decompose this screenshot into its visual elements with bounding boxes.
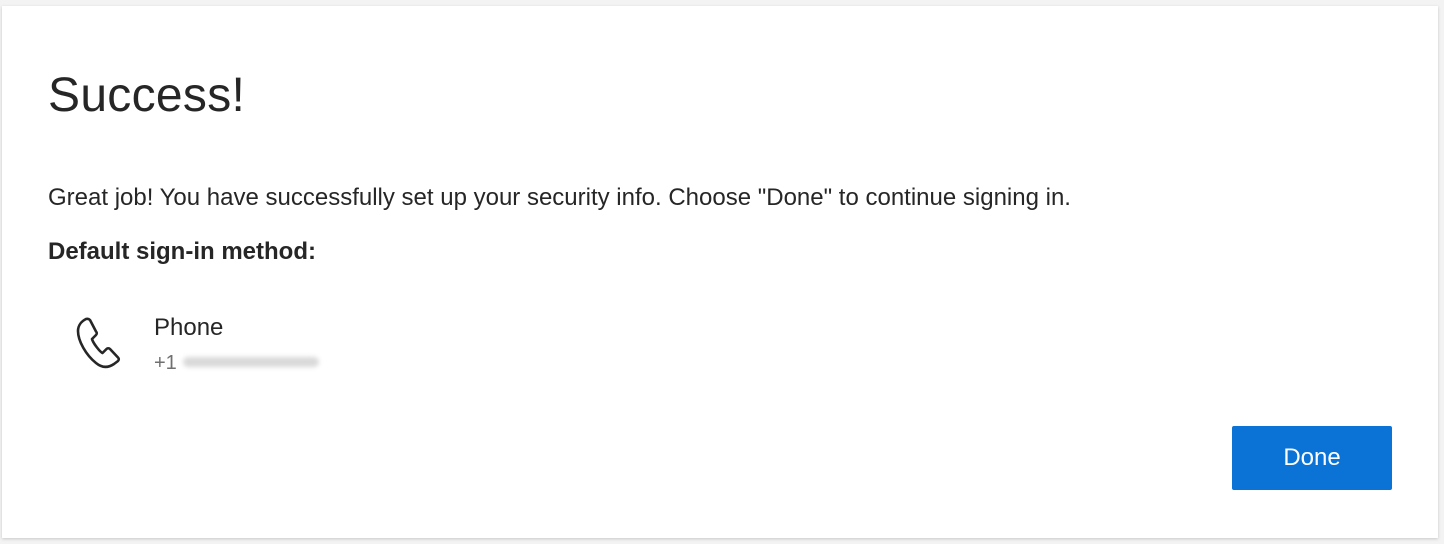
success-dialog: Success! Great job! You have successfull…	[2, 6, 1438, 538]
done-button[interactable]: Done	[1232, 426, 1392, 490]
dialog-title: Success!	[48, 69, 246, 122]
default-sign-in-method: Phone +1	[72, 309, 472, 389]
method-name: Phone	[154, 314, 224, 341]
country-code: +1	[154, 352, 177, 374]
method-phone-number: +1	[154, 349, 319, 377]
redacted-phone-number	[182, 357, 319, 368]
default-method-label: Default sign-in method:	[48, 238, 316, 265]
phone-icon	[72, 313, 124, 371]
success-message: Great job! You have successfully set up …	[48, 184, 1071, 211]
